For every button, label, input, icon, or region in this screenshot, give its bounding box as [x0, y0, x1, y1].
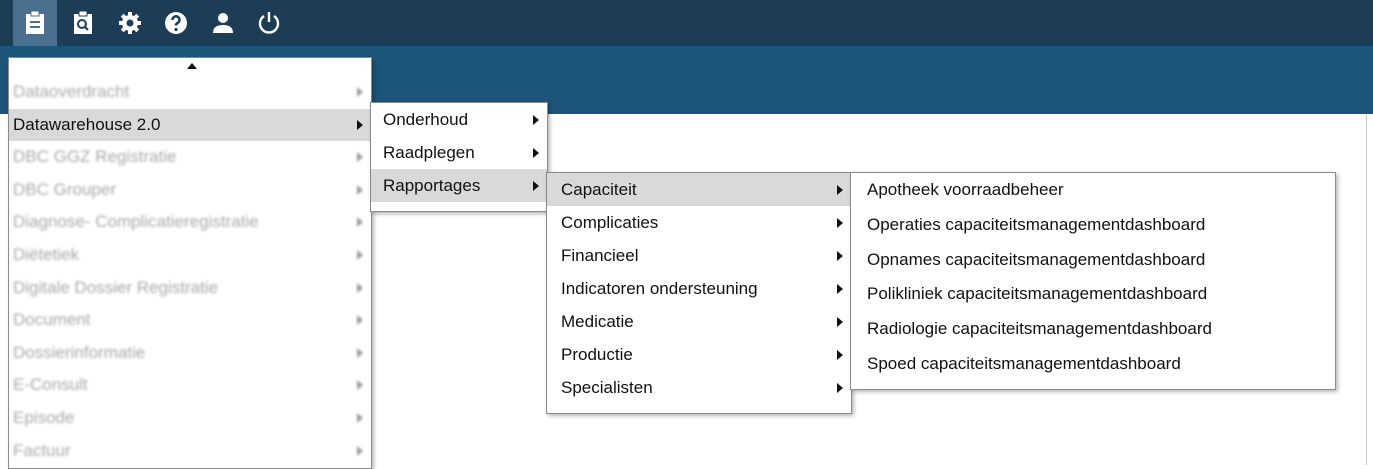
- menu-item-label: Diagnose- Complicatieregistratie: [13, 212, 259, 232]
- menu-item-label: Digitale Dossier Registratie: [13, 277, 219, 297]
- menu-item-label: Spoed capaciteitsmanagementdashboard: [867, 353, 1181, 373]
- menu-item-capaciteit[interactable]: Capaciteit: [547, 173, 851, 206]
- datawarehouse-submenu: Onderhoud Raadplegen Rapportages: [370, 102, 548, 212]
- menu-item-label: Opnames capaciteitsmanagementdashboard: [867, 249, 1206, 269]
- report-search-icon[interactable]: [61, 0, 105, 46]
- menu-item-digitale-dossier-registratie[interactable]: Digitale Dossier Registratie: [9, 272, 371, 305]
- menu-item-productie[interactable]: Productie: [547, 338, 851, 371]
- menu-item-label: Productie: [561, 345, 633, 364]
- menu-item-rapportages[interactable]: Rapportages: [371, 169, 547, 202]
- submenu-arrow-icon: [837, 317, 843, 327]
- scroll-up-arrow-icon[interactable]: [187, 63, 197, 69]
- menu-item-label: E-Consult: [13, 375, 88, 395]
- menu-item-spoed-dashboard[interactable]: Spoed capaciteitsmanagementdashboard: [851, 347, 1335, 382]
- menu-item-label: Operaties capaciteitsmanagementdashboard: [867, 214, 1206, 234]
- menu-item-label: Complicaties: [561, 213, 659, 232]
- submenu-arrow-icon: [357, 445, 363, 456]
- menu-item-diagnose-complicatieregistratie[interactable]: Diagnose- Complicatieregistratie: [9, 206, 371, 239]
- menu-item-label: Raadplegen: [383, 143, 475, 162]
- submenu-arrow-icon: [357, 119, 363, 130]
- menu-item-polikliniek-dashboard[interactable]: Polikliniek capaciteitsmanagementdashboa…: [851, 277, 1335, 312]
- submenu-arrow-icon: [357, 315, 363, 326]
- menu-item-raadplegen[interactable]: Raadplegen: [371, 136, 547, 169]
- menu-item-episode[interactable]: Episode: [9, 402, 371, 435]
- menu-item-label: Diëtetiek: [13, 244, 80, 264]
- menu-item-dbc-ggz-registratie[interactable]: DBC GGZ Registratie: [9, 141, 371, 174]
- power-icon[interactable]: [247, 0, 291, 46]
- help-icon[interactable]: [154, 0, 198, 46]
- menu-item-label: Factuur: [13, 440, 71, 460]
- menu-item-complicaties[interactable]: Complicaties: [547, 206, 851, 239]
- user-icon[interactable]: [201, 0, 245, 46]
- menu-item-label: Episode: [13, 407, 75, 427]
- menu-item-document[interactable]: Document: [9, 304, 371, 337]
- submenu-arrow-icon: [357, 87, 363, 97]
- menu-item-label: Dataoverdracht: [13, 82, 130, 101]
- module-menu: Dataoverdracht Datawarehouse 2.0 DBC GGZ…: [8, 57, 372, 469]
- menu-item-label: Document: [13, 310, 91, 330]
- menu-item-label: DBC GGZ Registratie: [13, 147, 177, 167]
- submenu-arrow-icon: [837, 185, 843, 195]
- menu-item-label: Apotheek voorraadbeheer: [867, 180, 1064, 199]
- submenu-arrow-icon: [533, 115, 539, 125]
- menu-item-dossierinformatie[interactable]: Dossierinformatie: [9, 337, 371, 370]
- submenu-arrow-icon: [357, 380, 363, 391]
- submenu-arrow-icon: [357, 184, 363, 195]
- menu-item-financieel[interactable]: Financieel: [547, 239, 851, 272]
- menu-item-operaties-dashboard[interactable]: Operaties capaciteitsmanagementdashboard: [851, 208, 1335, 243]
- capaciteit-submenu: Apotheek voorraadbeheer Operaties capaci…: [850, 172, 1336, 390]
- menu-item-label: Radiologie capaciteitsmanagementdashboar…: [867, 319, 1212, 339]
- submenu-arrow-icon: [837, 383, 843, 393]
- menu-item-opnames-dashboard[interactable]: Opnames capaciteitsmanagementdashboard: [851, 243, 1335, 278]
- menu-item-label: Dossierinformatie: [13, 342, 146, 362]
- submenu-arrow-icon: [837, 350, 843, 360]
- menu-item-label: Polikliniek capaciteitsmanagementdashboa…: [867, 284, 1208, 304]
- menu-item-indicatoren-ondersteuning[interactable]: Indicatoren ondersteuning: [547, 272, 851, 305]
- clipboard-icon[interactable]: [13, 0, 57, 46]
- menu-item-label: Capaciteit: [561, 180, 637, 199]
- menu-item-label: Indicatoren ondersteuning: [561, 279, 758, 298]
- menu-item-onderhoud[interactable]: Onderhoud: [371, 103, 547, 136]
- menu-item-label: Financieel: [561, 246, 639, 265]
- submenu-arrow-icon: [357, 282, 363, 293]
- submenu-arrow-icon: [357, 217, 363, 228]
- menu-item-dataoverdracht[interactable]: Dataoverdracht: [9, 76, 371, 109]
- submenu-arrow-icon: [533, 181, 539, 191]
- top-toolbar: [0, 0, 1373, 46]
- menu-item-label: DBC Grouper: [13, 179, 116, 199]
- submenu-arrow-icon: [357, 249, 363, 260]
- gear-icon[interactable]: [108, 0, 152, 46]
- rapportages-submenu: Capaciteit Complicaties Financieel Indic…: [546, 172, 852, 414]
- menu-item-dietetiek[interactable]: Diëtetiek: [9, 239, 371, 272]
- submenu-arrow-icon: [837, 251, 843, 261]
- menu-item-factuur[interactable]: Factuur: [9, 435, 371, 468]
- menu-item-label: Rapportages: [383, 176, 481, 195]
- submenu-arrow-icon: [837, 218, 843, 228]
- submenu-arrow-icon: [357, 347, 363, 358]
- menu-item-label: Specialisten: [561, 378, 653, 397]
- menu-item-medicatie[interactable]: Medicatie: [547, 305, 851, 338]
- menu-item-label: Medicatie: [561, 312, 634, 331]
- submenu-arrow-icon: [533, 148, 539, 158]
- menu-item-label: Onderhoud: [383, 110, 469, 129]
- submenu-arrow-icon: [357, 412, 363, 423]
- menu-item-radiologie-dashboard[interactable]: Radiologie capaciteitsmanagementdashboar…: [851, 312, 1335, 347]
- menu-item-label: Datawarehouse 2.0: [13, 114, 161, 134]
- menu-item-e-consult[interactable]: E-Consult: [9, 369, 371, 402]
- submenu-arrow-icon: [357, 152, 363, 163]
- menu-item-dbc-grouper[interactable]: DBC Grouper: [9, 174, 371, 207]
- menu-item-datawarehouse[interactable]: Datawarehouse 2.0: [9, 108, 371, 142]
- submenu-arrow-icon: [837, 284, 843, 294]
- menu-item-specialisten[interactable]: Specialisten: [547, 371, 851, 404]
- menu-item-apotheek-voorraadbeheer[interactable]: Apotheek voorraadbeheer: [851, 173, 1335, 208]
